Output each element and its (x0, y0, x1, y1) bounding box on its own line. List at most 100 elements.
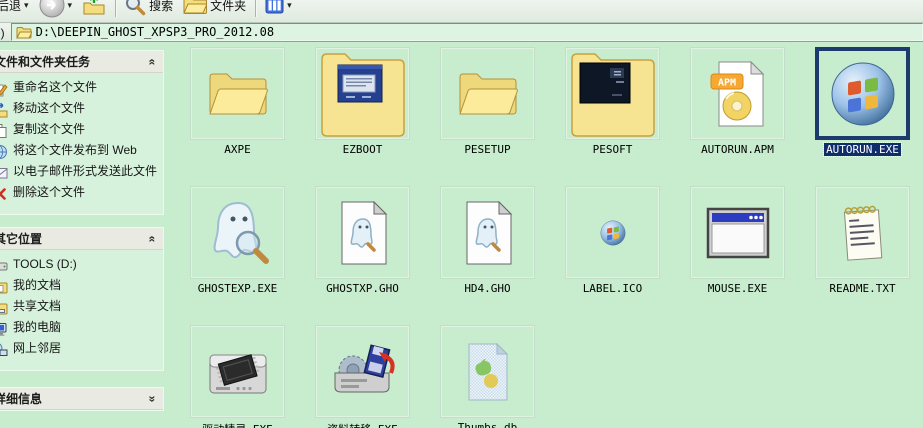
task-email-file[interactable]: 以电子邮件形式发送此文件 (0, 164, 159, 185)
file-name: LABEL.ICO (583, 282, 643, 295)
file-thumbnail-selected (815, 47, 910, 140)
address-path: D:\DEEPIN_GHOST_XPSP3_PRO_2012.08 (36, 25, 274, 39)
task-label: 以电子邮件形式发送此文件 (13, 164, 157, 179)
file-thumbnail (440, 186, 535, 279)
task-pane: 文件和文件夹任务 « 重命名这个文件 移动这个文件 (0, 41, 170, 428)
task-copy-file[interactable]: 复制这个文件 (0, 122, 159, 143)
task-delete-file[interactable]: 删除这个文件 (0, 185, 159, 206)
file-tasks-panel: 文件和文件夹任务 « 重命名这个文件 移动这个文件 (0, 50, 164, 215)
file-item-driver-genius[interactable]: 驱动精灵.EXE (190, 325, 285, 428)
notepad-icon (839, 202, 887, 264)
place-tools-drive[interactable]: TOOLS (D:) (0, 257, 159, 278)
other-places-header[interactable]: 其它位置 « (0, 228, 163, 250)
address-label: 地址(D) (0, 24, 11, 41)
collapse-chevron-icon[interactable]: « (146, 58, 160, 65)
search-button[interactable]: 搜索 (120, 0, 178, 16)
back-button[interactable]: 后退 ▾ (0, 0, 34, 14)
task-move-file[interactable]: 移动这个文件 (0, 101, 159, 122)
file-list: AXPE EZBOOT (190, 47, 910, 428)
task-label: 将这个文件发布到 Web (13, 143, 137, 158)
place-label: TOOLS (D:) (13, 257, 77, 272)
place-shared-documents[interactable]: 共享文档 (0, 299, 159, 320)
ghost-image-icon (337, 201, 389, 265)
views-button[interactable]: ▾ (260, 0, 297, 14)
folder-preview-icon (320, 50, 406, 138)
search-icon (125, 0, 146, 16)
file-thumbnail (190, 47, 285, 140)
folder-icon (207, 69, 269, 119)
place-my-documents[interactable]: 我的文档 (0, 278, 159, 299)
file-name: AUTORUN.EXE (824, 143, 901, 156)
views-icon (265, 0, 284, 14)
file-name: EZBOOT (343, 143, 383, 156)
details-header[interactable]: 详细信息 » (0, 388, 163, 410)
task-rename-file[interactable]: 重命名这个文件 (0, 80, 159, 101)
file-name: PESETUP (464, 143, 510, 156)
place-my-computer[interactable]: 我的电脑 (0, 320, 159, 341)
expand-chevron-icon[interactable]: » (146, 395, 160, 402)
up-button[interactable] (77, 0, 111, 16)
file-name: MOUSE.EXE (708, 282, 768, 295)
windows-logo-icon (830, 61, 896, 127)
file-name: GHOSTXP.GHO (326, 282, 399, 295)
file-item-mouse-exe[interactable]: MOUSE.EXE (690, 186, 785, 295)
address-folder-icon (16, 26, 32, 39)
file-tasks-title: 文件和文件夹任务 (0, 53, 90, 70)
file-item-ghostxp-gho[interactable]: GHOSTXP.GHO (315, 186, 410, 295)
publish-web-icon (0, 144, 8, 160)
forward-dropdown-icon[interactable]: ▾ (68, 0, 73, 11)
shared-documents-icon (0, 300, 8, 316)
file-thumbnail (440, 47, 535, 140)
windows-sphere-icon (600, 220, 626, 246)
svg-text:APM: APM (717, 77, 735, 88)
file-item-autorun-apm[interactable]: APM AUTORUN.APM (690, 47, 785, 156)
file-name: AXPE (224, 143, 251, 156)
address-bar: 地址(D) D:\DEEPIN_GHOST_XPSP3_PRO_2012.08 (0, 23, 923, 42)
views-dropdown-icon[interactable]: ▾ (287, 0, 292, 11)
task-publish-file[interactable]: 将这个文件发布到 Web (0, 143, 159, 164)
file-thumbnail (565, 47, 660, 140)
place-label: 网上邻居 (13, 341, 61, 356)
file-item-autorun-exe[interactable]: AUTORUN.EXE (815, 47, 910, 156)
copy-icon (0, 123, 8, 139)
file-item-axpe[interactable]: AXPE (190, 47, 285, 156)
data-transfer-icon (329, 343, 397, 401)
place-network[interactable]: 网上邻居 (0, 341, 159, 362)
file-item-ghostexp[interactable]: GHOSTEXP.EXE (190, 186, 285, 295)
file-thumbnail: APM (690, 47, 785, 140)
folders-button[interactable]: 文件夹 (178, 0, 251, 15)
file-name: README.TXT (829, 282, 895, 295)
file-thumbnail (190, 186, 285, 279)
file-item-pesetup[interactable]: PESETUP (440, 47, 535, 156)
file-tasks-header[interactable]: 文件和文件夹任务 « (0, 51, 163, 73)
collapse-chevron-icon[interactable]: « (146, 235, 160, 242)
file-item-readme-txt[interactable]: README.TXT (815, 186, 910, 295)
rename-icon (0, 81, 8, 97)
other-places-title: 其它位置 (0, 230, 42, 247)
folder-up-icon (82, 0, 106, 16)
file-item-label-ico[interactable]: LABEL.ICO (565, 186, 660, 295)
explorer-window: 后退 ▾ ▾ (0, 0, 923, 428)
file-thumbnail (690, 186, 785, 279)
file-thumbnail (565, 186, 660, 279)
file-item-data-transfer[interactable]: 资料转移.EXE (315, 325, 410, 428)
file-item-hd4-gho[interactable]: HD4.GHO (440, 186, 535, 295)
file-thumbnail (190, 325, 285, 418)
file-item-ezboot[interactable]: EZBOOT (315, 47, 410, 156)
move-icon (0, 102, 8, 118)
file-item-pesoft[interactable]: PESOFT (565, 47, 660, 156)
harddisk-chip-icon (206, 345, 270, 399)
task-label: 删除这个文件 (13, 185, 85, 200)
folder-icon (457, 69, 519, 119)
file-item-thumbs-db[interactable]: Thumbs.db (440, 325, 535, 428)
task-label: 复制这个文件 (13, 122, 85, 137)
address-input[interactable]: D:\DEEPIN_GHOST_XPSP3_PRO_2012.08 (11, 23, 923, 41)
back-dropdown-icon[interactable]: ▾ (24, 0, 29, 11)
place-label: 我的文档 (13, 278, 61, 293)
toolbar: 后退 ▾ ▾ (0, 0, 923, 23)
other-places-panel: 其它位置 « TOOLS (D:) 我的文档 (0, 227, 164, 371)
toolbar-separator (255, 0, 256, 17)
file-name: HD4.GHO (464, 282, 510, 295)
forward-icon (39, 0, 65, 18)
forward-button[interactable]: ▾ (34, 0, 78, 18)
